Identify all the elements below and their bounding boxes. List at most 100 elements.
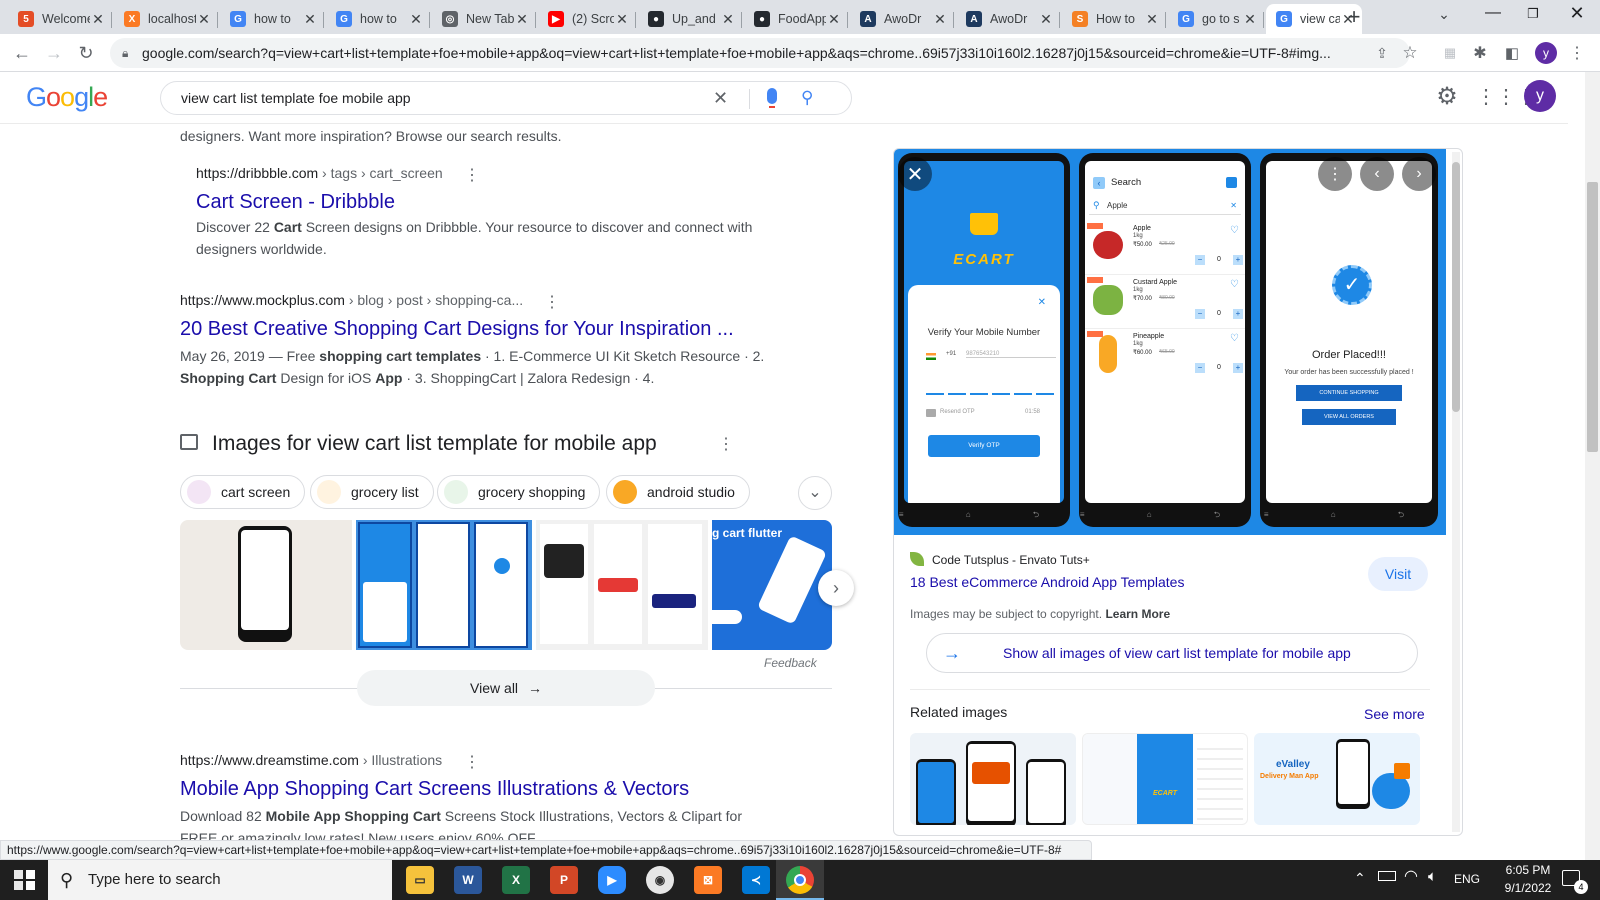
chip-grocery-list[interactable]: grocery list: [310, 475, 434, 509]
search-input[interactable]: view cart list template foe mobile app ✕…: [160, 81, 852, 115]
word-icon[interactable]: W: [454, 866, 482, 894]
visit-button[interactable]: Visit: [1368, 557, 1428, 591]
clock-time[interactable]: 6:05 PM: [1498, 863, 1558, 877]
tab-close-icon[interactable]: ✕: [408, 11, 424, 28]
forward-button[interactable]: →: [42, 41, 66, 65]
back-chevron-icon[interactable]: ‹: [1093, 177, 1105, 189]
continue-shopping-button[interactable]: CONTINUE SHOPPING: [1296, 385, 1402, 401]
phone-input[interactable]: 9876543210: [966, 351, 1056, 358]
tab-close-icon[interactable]: ✕: [90, 11, 106, 28]
heart-icon[interactable]: ♡: [1230, 225, 1239, 236]
volume-icon[interactable]: 🔈︎: [1428, 868, 1437, 885]
panel-scrollbar-thumb[interactable]: [1452, 162, 1460, 412]
zoom-icon[interactable]: ▶: [598, 866, 626, 894]
result-options-icon[interactable]: ⋮: [544, 292, 560, 312]
tab-close-icon[interactable]: ✕: [614, 11, 630, 28]
related-image-1[interactable]: [910, 733, 1076, 825]
file-explorer-icon[interactable]: ▭: [406, 866, 434, 894]
previous-image-icon[interactable]: ‹: [1360, 157, 1394, 191]
microphone-icon[interactable]: [767, 88, 777, 104]
resend-otp-link[interactable]: Resend OTP: [940, 409, 975, 415]
image-result-4[interactable]: g cart flutter: [712, 520, 832, 650]
powerpoint-icon[interactable]: P: [550, 866, 578, 894]
tab-close-icon[interactable]: ✕: [1144, 11, 1160, 28]
result-url-dribbble[interactable]: https://dribbble.com › tags › cart_scree…: [196, 165, 443, 181]
tab-close-icon[interactable]: ✕: [1242, 11, 1258, 28]
close-preview-icon[interactable]: ✕: [898, 157, 932, 191]
view-all-button[interactable]: View all →: [357, 670, 655, 706]
search-icon[interactable]: ⚲: [801, 82, 813, 114]
tab-search-button[interactable]: ⌄: [1432, 6, 1456, 28]
see-more-link[interactable]: See more: [1364, 706, 1425, 722]
browser-tab[interactable]: ◎ New Tab ✕: [432, 4, 536, 34]
app-icon[interactable]: ◉: [646, 866, 674, 894]
result-options-icon[interactable]: ⋮: [464, 752, 480, 772]
address-bar[interactable]: 🔒︎ google.com/search?q=view+cart+list+te…: [110, 38, 1410, 68]
show-all-images-button[interactable]: → Show all images of view cart list temp…: [926, 633, 1418, 673]
close-window-button[interactable]: ✕: [1562, 3, 1592, 29]
taskbar-search-box[interactable]: ⚲ Type here to search: [48, 860, 392, 900]
extension-icon[interactable]: ▦: [1438, 41, 1462, 65]
chrome-icon[interactable]: [786, 866, 814, 894]
google-logo[interactable]: Google: [26, 82, 108, 113]
result-title-dreamstime[interactable]: Mobile App Shopping Cart Screens Illustr…: [180, 778, 689, 801]
tab-close-icon[interactable]: ✕: [1038, 11, 1054, 28]
browser-tab[interactable]: S How to ✕: [1062, 4, 1166, 34]
result-options-icon[interactable]: ⋮: [464, 165, 480, 185]
vscode-icon[interactable]: ≺: [742, 866, 770, 894]
page-scrollbar-thumb[interactable]: [1587, 182, 1598, 452]
related-image-3[interactable]: eValley Delivery Man App: [1254, 733, 1420, 825]
language-indicator[interactable]: ENG: [1454, 872, 1480, 886]
browser-tab[interactable]: A AwoDr ✕: [956, 4, 1060, 34]
plus-button[interactable]: +: [1233, 363, 1243, 373]
source-title-link[interactable]: 18 Best eCommerce Android App Templates: [910, 574, 1184, 590]
browser-tab[interactable]: 5 Welcome ✕: [8, 4, 112, 34]
minus-button[interactable]: −: [1195, 255, 1205, 265]
heart-icon[interactable]: ♡: [1230, 333, 1239, 344]
browser-tab[interactable]: Ghow to ✕: [326, 4, 430, 34]
minus-button[interactable]: −: [1195, 363, 1205, 373]
account-avatar[interactable]: y: [1524, 80, 1556, 112]
browser-tab[interactable]: ● Up_and ✕: [638, 4, 742, 34]
clock-date[interactable]: 9/1/2022: [1498, 881, 1558, 895]
tab-close-icon[interactable]: ✕: [196, 11, 212, 28]
tab-close-icon[interactable]: ✕: [826, 11, 842, 28]
browser-tab[interactable]: Xlocalhost ✕: [114, 4, 218, 34]
cart-icon[interactable]: [1226, 177, 1237, 188]
card-close-icon[interactable]: ✕: [1038, 297, 1046, 308]
verify-otp-button[interactable]: Verify OTP: [928, 435, 1040, 457]
clear-search-icon[interactable]: ✕: [713, 82, 728, 114]
excel-icon[interactable]: X: [502, 866, 530, 894]
result-url-mockplus[interactable]: https://www.mockplus.com › blog › post ›…: [180, 292, 523, 308]
browser-menu-icon[interactable]: ⋮: [1565, 41, 1589, 65]
new-tab-button[interactable]: +: [1340, 4, 1368, 30]
preview-image[interactable]: ECART ✕ Verify Your Mobile Number +91 98…: [894, 149, 1446, 535]
view-all-orders-button[interactable]: VIEW ALL ORDERS: [1302, 409, 1396, 425]
profile-avatar[interactable]: y: [1535, 42, 1557, 64]
settings-gear-icon[interactable]: ⚙: [1432, 82, 1462, 112]
google-apps-icon[interactable]: ⋮⋮⋮: [1476, 82, 1536, 112]
page-scrollbar[interactable]: [1585, 72, 1600, 860]
more-options-icon[interactable]: ⋮: [1318, 157, 1352, 191]
share-icon[interactable]: ⇪: [1370, 41, 1394, 65]
show-hidden-icons-chevron[interactable]: ⌃: [1354, 870, 1366, 887]
heart-icon[interactable]: ♡: [1230, 279, 1239, 290]
product-row[interactable]: Apple 1kg ₹50.00 ₹25.00 ♡ − 0 +: [1085, 221, 1245, 275]
chip-cart-screen[interactable]: cart screen: [180, 475, 306, 509]
xampp-icon[interactable]: ⊠: [694, 866, 722, 894]
minimize-button[interactable]: —: [1478, 4, 1508, 28]
tab-close-icon[interactable]: ✕: [514, 11, 530, 28]
minus-button[interactable]: −: [1195, 309, 1205, 319]
reload-button[interactable]: ↻: [74, 41, 98, 65]
learn-more-link[interactable]: Learn More: [1105, 607, 1170, 621]
browser-tab[interactable]: Ggo to s ✕: [1168, 4, 1264, 34]
browser-tab[interactable]: ▶ (2) Scrolling✕: [538, 4, 636, 34]
bookmark-star-icon[interactable]: ☆: [1398, 41, 1422, 65]
related-image-2[interactable]: ECART: [1082, 733, 1248, 825]
result-title-mockplus[interactable]: 20 Best Creative Shopping Cart Designs f…: [180, 318, 734, 341]
search-field[interactable]: ⚲ Apple ✕: [1089, 199, 1241, 215]
result-url-dreamstime[interactable]: https://www.dreamstime.com › Illustratio…: [180, 752, 442, 768]
browser-tab[interactable]: Ghow to ✕: [220, 4, 324, 34]
images-options-icon[interactable]: ⋮: [718, 434, 734, 454]
image-result-2[interactable]: [356, 520, 532, 650]
